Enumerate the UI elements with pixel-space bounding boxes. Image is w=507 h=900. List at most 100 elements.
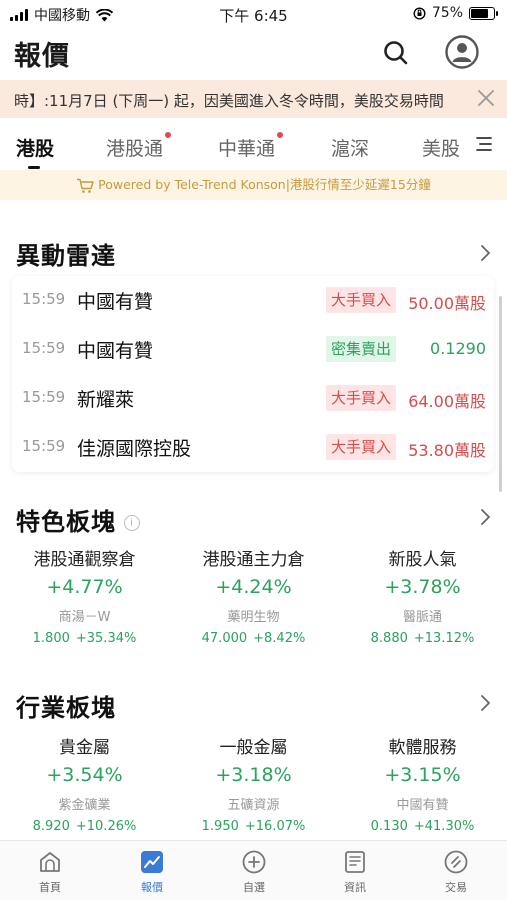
tab-us-stocks[interactable]: 美股 — [422, 134, 460, 161]
lead-stock-name: 藥明生物 — [227, 610, 280, 625]
lead-stock-quote: 47.000 +8.42% — [169, 631, 338, 646]
notice-bar[interactable]: 時】:11月7日 (下周一) 起，因美國進入冬令時間，美股交易時間 — [0, 80, 507, 118]
chevron-right-icon[interactable] — [479, 508, 491, 526]
lead-stock-change: +10.26% — [75, 819, 137, 834]
radar-card: 15:59 中國有贊 大手買入 50.00萬股 15:59 中國有贊 密集賣出 … — [12, 276, 494, 472]
lead-stock-price: 47.000 — [201, 631, 248, 646]
battery-icon — [469, 6, 498, 20]
sector-change: +4.24% — [215, 576, 292, 598]
sector-change: +3.15% — [384, 764, 461, 786]
chart-icon — [141, 851, 163, 873]
page-title: 報價 — [14, 41, 70, 72]
add-circle-icon — [242, 850, 266, 874]
radar-tag: 大手買入 — [326, 385, 397, 411]
radar-row[interactable]: 15:59 佳源國際控股 大手買入 53.80萬股 — [12, 423, 494, 472]
active-tab-indicator — [28, 166, 40, 169]
radar-tag: 大手買入 — [326, 287, 397, 313]
close-icon[interactable] — [475, 87, 497, 109]
data-provider-banner: Powered by Tele-Trend Konson|港股行情至少延遲15分… — [0, 170, 507, 200]
nav-label: 資訊 — [344, 881, 366, 894]
orientation-lock-icon — [413, 6, 426, 20]
radar-value: 53.80萬股 — [408, 441, 486, 460]
sector-name: 新股人氣 — [388, 550, 457, 570]
sector-name: 港股通主力倉 — [202, 550, 305, 570]
radar-row[interactable]: 15:59 中國有贊 大手買入 50.00萬股 — [12, 276, 494, 325]
sector-name: 港股通觀察倉 — [33, 550, 136, 570]
nav-trade[interactable]: 交易 — [426, 849, 486, 895]
info-icon[interactable]: i — [124, 515, 140, 531]
sector-change: +3.18% — [215, 764, 292, 786]
nav-label: 自選 — [243, 881, 265, 894]
lead-stock-name: 五礦資源 — [227, 798, 280, 813]
bottom-nav: 首頁 報價 自選 資訊 交易 — [0, 840, 507, 900]
radar-value: 64.00萬股 — [408, 392, 486, 411]
tab-china-connect[interactable]: 中華通 — [218, 132, 284, 161]
tab-shanghai-shenzhen[interactable]: 滬深 — [331, 134, 369, 161]
sector-card[interactable]: 一般金屬 +3.18% 五礦資源 1.950 +16.07% — [169, 733, 338, 834]
radar-stock-name: 佳源國際控股 — [77, 438, 192, 460]
radar-stock-name: 新耀萊 — [77, 389, 135, 411]
sector-name: 一般金屬 — [219, 738, 288, 758]
notification-dot — [277, 132, 284, 138]
radar-value: 0.1290 — [430, 339, 486, 358]
lead-stock-name: 商湯－W — [58, 610, 111, 625]
lead-stock-name: 中國有贊 — [396, 798, 449, 813]
cart-icon — [77, 178, 94, 193]
scrollbar[interactable] — [499, 296, 502, 492]
market-tabs: 港股 港股通 中華通 滬深 美股 — [0, 124, 507, 168]
lead-stock-quote: 8.920 +10.26% — [0, 819, 169, 834]
radar-row[interactable]: 15:59 新耀萊 大手買入 64.00萬股 — [12, 374, 494, 423]
radar-tag: 密集賣出 — [326, 336, 397, 362]
nav-quotes[interactable]: 報價 — [122, 849, 182, 895]
search-icon[interactable] — [381, 38, 411, 68]
lead-stock-price: 1.950 — [201, 819, 239, 834]
lead-stock-quote: 0.130 +41.30% — [338, 819, 507, 834]
page-header: 報價 — [0, 30, 507, 76]
nav-news[interactable]: 資訊 — [325, 849, 385, 895]
lead-stock-change: +35.34% — [75, 631, 137, 646]
lead-stock-change: +13.12% — [413, 631, 475, 646]
lead-stock-change: +16.07% — [244, 819, 306, 834]
chevron-right-icon[interactable] — [479, 694, 491, 712]
lead-stock-price: 1.800 — [32, 631, 70, 646]
user-avatar-icon[interactable] — [445, 35, 479, 69]
radar-time: 15:59 — [22, 290, 66, 308]
notice-text: 時】:11月7日 (下周一) 起，因美國進入冬令時間，美股交易時間 — [14, 92, 444, 110]
lead-stock-quote: 8.880 +13.12% — [338, 631, 507, 646]
radar-time: 15:59 — [22, 388, 66, 406]
sector-change: +3.54% — [46, 764, 123, 786]
battery-percent: 75% — [431, 5, 463, 21]
tab-hk-connect[interactable]: 港股通 — [106, 132, 172, 161]
radar-row[interactable]: 15:59 中國有贊 密集賣出 0.1290 — [12, 325, 494, 374]
tab-hk-stocks[interactable]: 港股 — [16, 134, 54, 161]
nav-home[interactable]: 首頁 — [20, 849, 80, 895]
sector-card[interactable]: 新股人氣 +3.78% 醫脈通 8.880 +13.12% — [338, 545, 507, 646]
menu-icon[interactable] — [475, 135, 493, 153]
radar-stock-name: 中國有贊 — [77, 291, 154, 313]
home-icon — [40, 852, 60, 872]
sector-change: +3.78% — [384, 576, 461, 598]
data-provider-text: Powered by Tele-Trend Konson|港股行情至少延遲15分… — [98, 177, 431, 192]
trade-icon — [444, 850, 468, 874]
sector-card[interactable]: 港股通觀察倉 +4.77% 商湯－W 1.800 +35.34% — [0, 545, 169, 646]
notification-dot — [165, 132, 172, 138]
sector-name: 軟體服務 — [388, 738, 457, 758]
nav-watchlist[interactable]: 自選 — [224, 849, 284, 895]
sector-name: 貴金屬 — [59, 738, 110, 758]
lead-stock-quote: 1.800 +35.34% — [0, 631, 169, 646]
radar-time: 15:59 — [22, 437, 66, 455]
lead-stock-change: +8.42% — [253, 631, 306, 646]
lead-stock-price: 0.130 — [370, 819, 408, 834]
chevron-right-icon[interactable] — [479, 244, 491, 262]
sector-card[interactable]: 港股通主力倉 +4.24% 藥明生物 47.000 +8.42% — [169, 545, 338, 646]
sector-card[interactable]: 貴金屬 +3.54% 紫金礦業 8.920 +10.26% — [0, 733, 169, 834]
radar-section-title: 異動雷達 — [16, 242, 116, 270]
lead-stock-price: 8.880 — [370, 631, 408, 646]
lead-stock-price: 8.920 — [32, 819, 70, 834]
nav-label: 交易 — [445, 881, 467, 894]
sector-card[interactable]: 軟體服務 +3.15% 中國有贊 0.130 +41.30% — [338, 733, 507, 834]
status-right: 75% — [413, 5, 498, 21]
lead-stock-name: 醫脈通 — [402, 610, 442, 625]
news-icon — [345, 851, 365, 873]
nav-label: 首頁 — [39, 881, 61, 894]
